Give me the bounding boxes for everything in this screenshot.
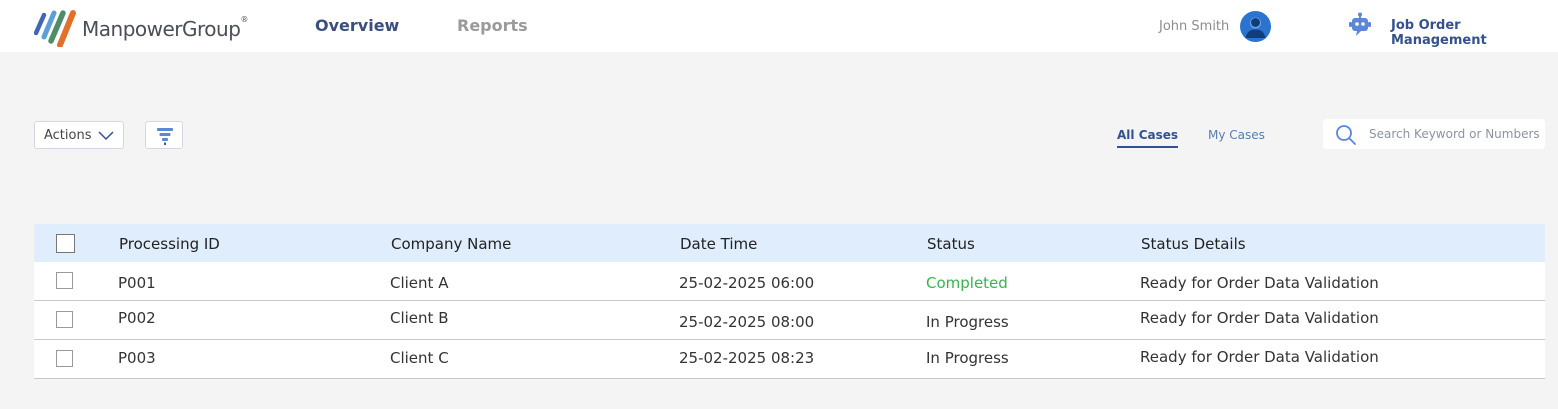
table-header-row: Processing ID Company Name Date Time Sta… <box>34 224 1545 262</box>
processing-id-cell: P002 <box>118 309 156 327</box>
nav-tab-reports[interactable]: Reports <box>457 16 528 35</box>
row-checkbox[interactable] <box>56 311 73 328</box>
company-name-cell: Client A <box>390 274 449 292</box>
processing-id-cell: P003 <box>118 349 156 367</box>
company-name-cell: Client C <box>390 349 449 367</box>
actions-label: Actions <box>44 127 92 143</box>
user-avatar-icon[interactable] <box>1240 11 1271 42</box>
robot-icon[interactable] <box>1347 12 1373 38</box>
row-checkbox[interactable] <box>56 350 73 367</box>
date-time-cell: 25-02-2025 08:23 <box>679 349 815 367</box>
table-row[interactable]: P002 Client B 25-02-2025 08:00 In Progre… <box>34 301 1545 340</box>
filter-button[interactable] <box>145 121 183 149</box>
search-box <box>1323 119 1545 149</box>
status-cell: In Progress <box>926 349 1009 367</box>
actions-dropdown-button[interactable]: Actions <box>34 121 124 149</box>
processing-id-cell: P001 <box>118 274 156 292</box>
column-header-status-details[interactable]: Status Details <box>1141 235 1246 253</box>
status-details-cell: Ready for Order Data Validation <box>1140 348 1379 366</box>
status-cell: In Progress <box>926 313 1009 331</box>
cases-table: Processing ID Company Name Date Time Sta… <box>34 224 1545 379</box>
user-name: John Smith <box>1159 19 1230 34</box>
tab-my-cases[interactable]: My Cases <box>1208 128 1265 142</box>
column-header-status[interactable]: Status <box>927 235 975 253</box>
status-details-cell: Ready for Order Data Validation <box>1140 309 1379 327</box>
search-icon[interactable] <box>1335 124 1357 146</box>
column-header-company-name[interactable]: Company Name <box>391 235 511 253</box>
funnel-filter-icon <box>157 128 173 145</box>
manpowergroup-logo[interactable]: ManpowerGroup® <box>34 7 248 47</box>
tab-all-cases[interactable]: All Cases <box>1117 128 1179 148</box>
date-time-cell: 25-02-2025 06:00 <box>679 274 815 292</box>
column-header-date-time[interactable]: Date Time <box>680 235 757 253</box>
row-checkbox[interactable] <box>56 272 73 289</box>
date-time-cell: 25-02-2025 08:00 <box>679 313 815 331</box>
top-navigation-bar: ManpowerGroup® Overview Reports John Smi… <box>0 0 1558 52</box>
nav-tab-overview[interactable]: Overview <box>315 16 399 35</box>
status-details-cell: Ready for Order Data Validation <box>1140 274 1379 292</box>
status-cell: Completed <box>926 274 1008 292</box>
logo-mark-icon <box>34 10 76 47</box>
select-all-checkbox[interactable] <box>56 234 75 253</box>
app-title[interactable]: Job Order Management <box>1391 18 1558 48</box>
column-header-processing-id[interactable]: Processing ID <box>119 235 220 253</box>
search-input[interactable] <box>1369 124 1541 144</box>
table-row[interactable]: P001 Client A 25-02-2025 06:00 Completed… <box>34 262 1545 301</box>
table-row[interactable]: P003 Client C 25-02-2025 08:23 In Progre… <box>34 340 1545 379</box>
company-name-cell: Client B <box>390 309 449 327</box>
chevron-down-icon <box>98 131 114 141</box>
logo-text: ManpowerGroup® <box>82 15 248 41</box>
